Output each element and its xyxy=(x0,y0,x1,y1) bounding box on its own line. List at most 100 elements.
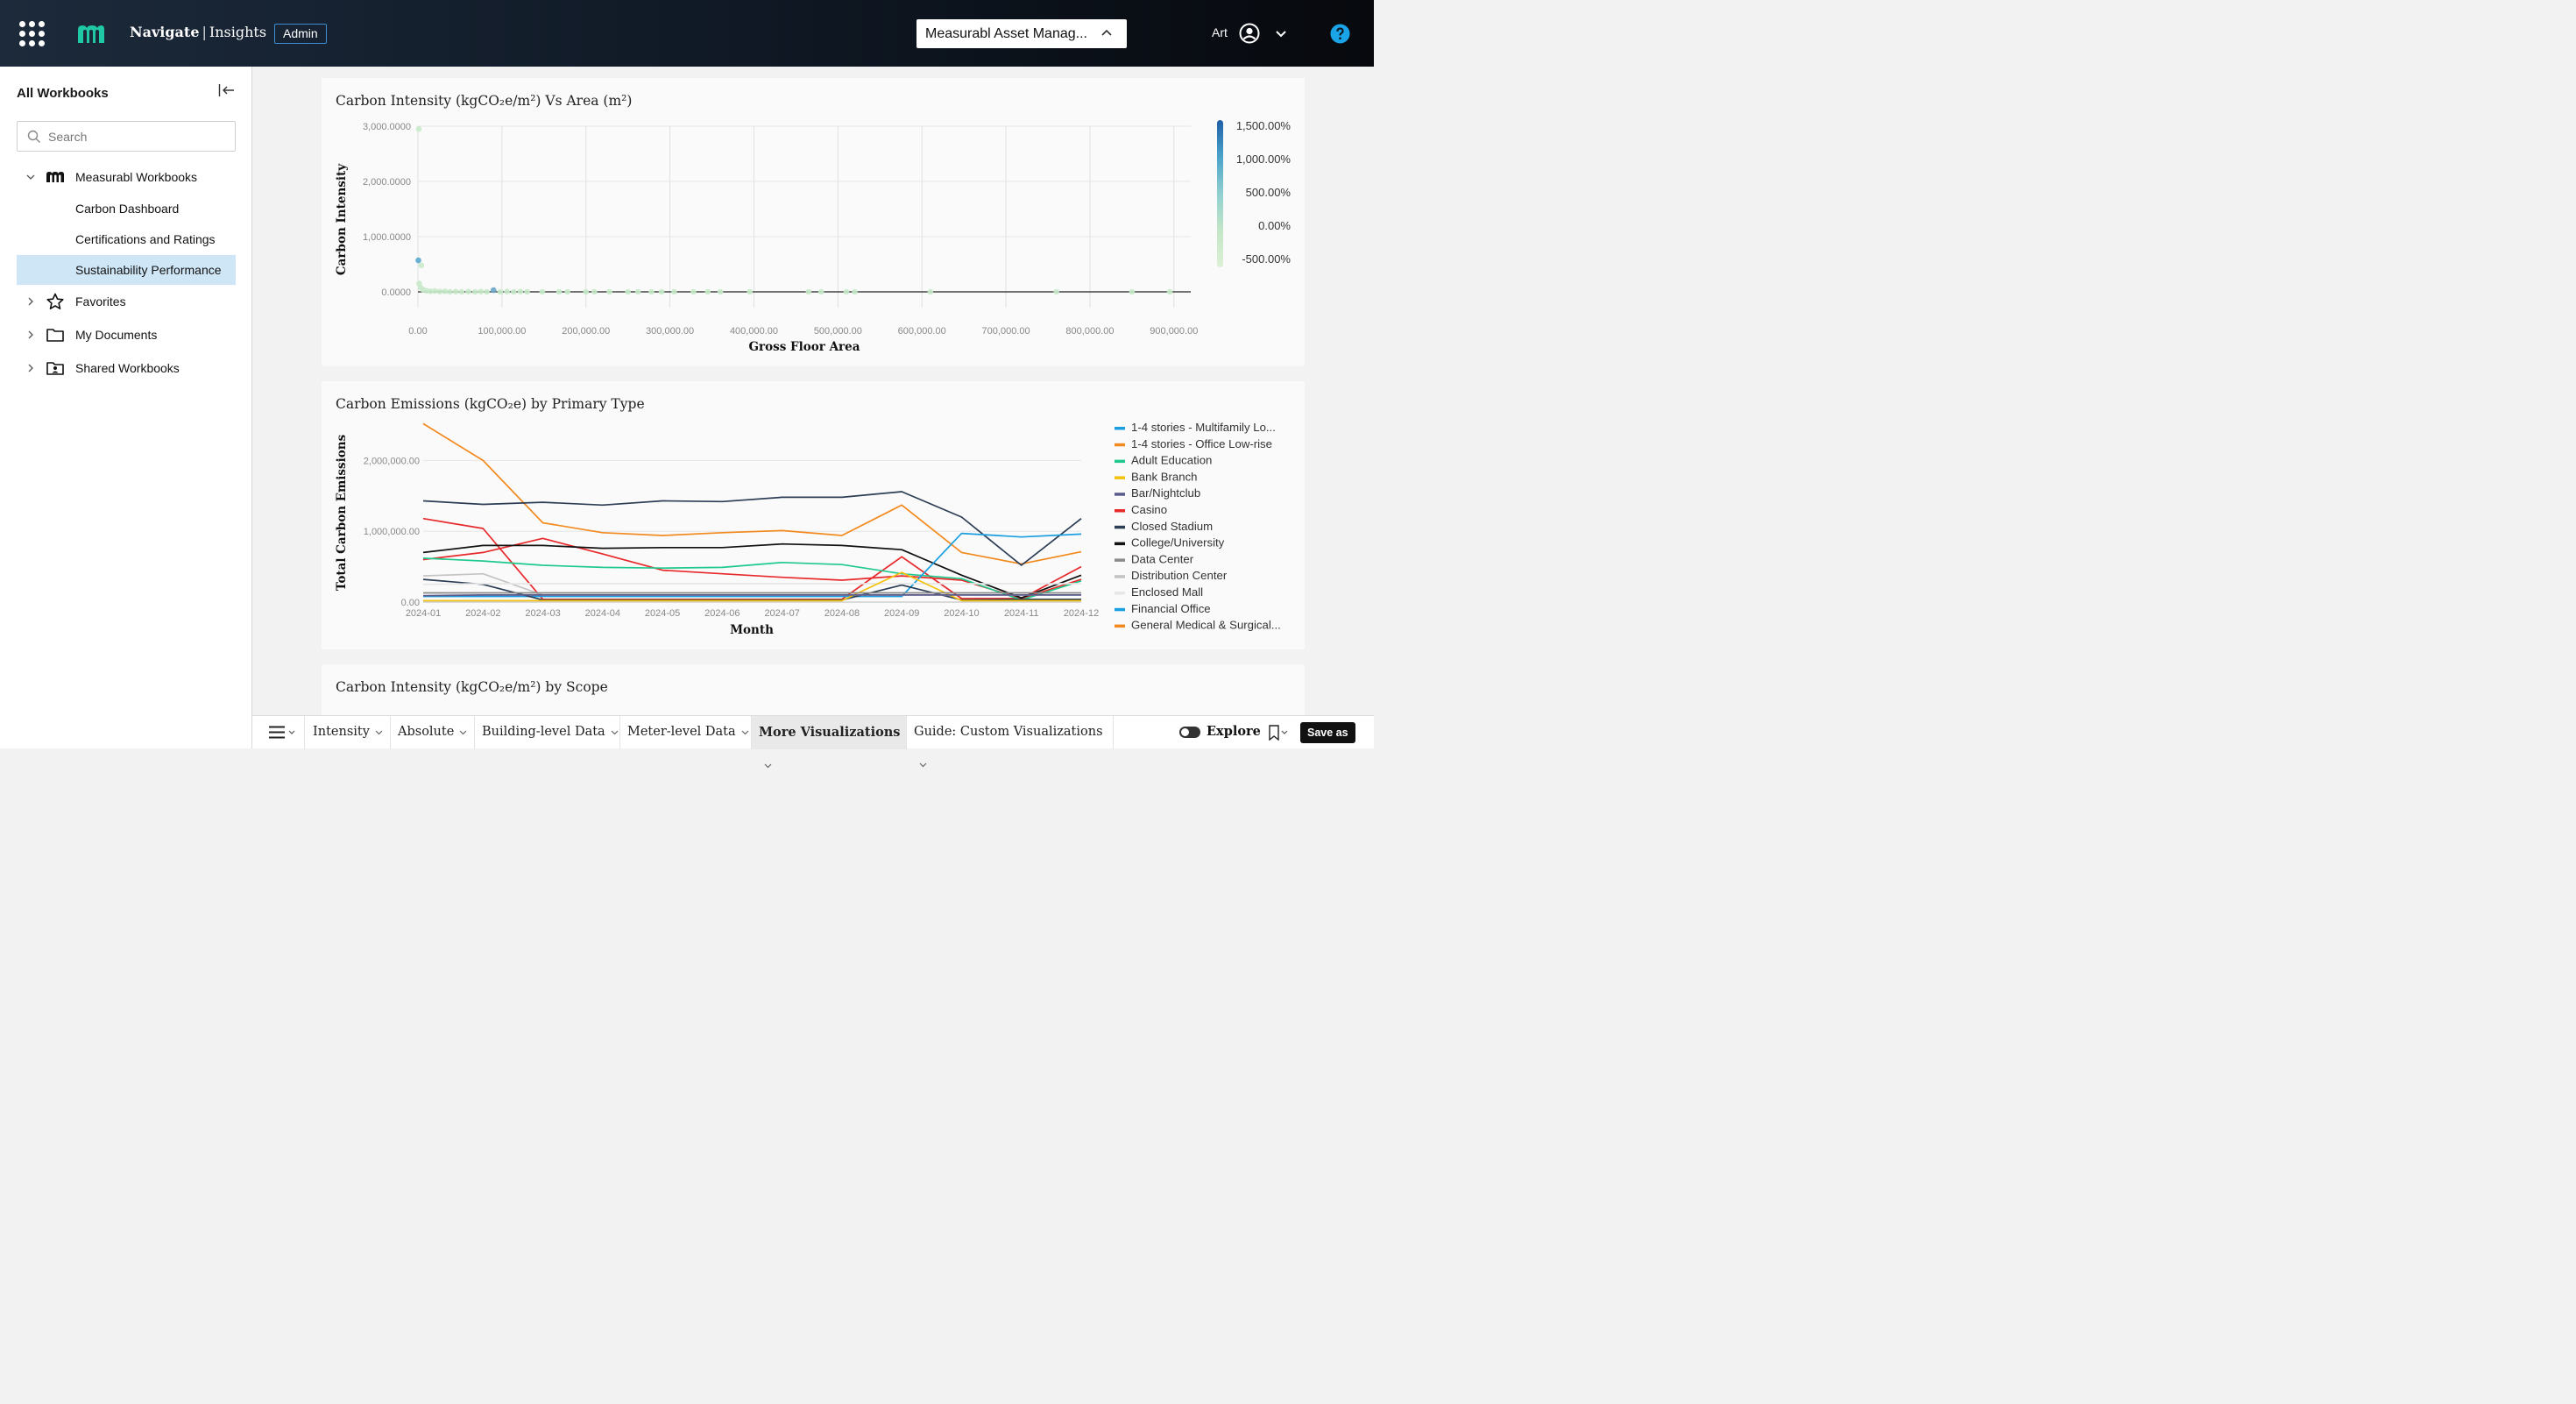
scatter-point xyxy=(415,257,421,264)
legend-swatch xyxy=(1115,476,1125,479)
x-tick-label: 900,000.00 xyxy=(1150,326,1198,337)
scatter-point xyxy=(510,288,517,295)
line-chart-card[interactable]: Carbon Emissions (kgCO₂e) by Primary Typ… xyxy=(322,381,1305,649)
y-tick-label: 2,000,000.00 xyxy=(364,456,420,466)
search-field[interactable] xyxy=(17,121,236,152)
chevron-up-icon xyxy=(1101,29,1112,36)
tab-label: Building-level Data xyxy=(482,725,605,739)
series-line xyxy=(422,537,1082,599)
legend-label: 1-4 stories - Multifamily Lo... xyxy=(1131,421,1276,434)
page-menu-button[interactable] xyxy=(252,716,305,749)
scatter-chart[interactable]: 0.00 100,000.00 200,000.00 300,000.00 400,00… xyxy=(322,78,1305,366)
tree-item-shared-workbooks[interactable]: Shared Workbooks xyxy=(0,353,252,383)
tree-item-my-documents[interactable]: My Documents xyxy=(0,320,252,350)
x-tick-label: 700,000.00 xyxy=(982,326,1030,337)
scatter-point xyxy=(458,288,465,295)
tab-intensity[interactable]: Intensity xyxy=(306,716,391,749)
tab-absolute[interactable]: Absolute xyxy=(391,716,475,749)
scatter-point xyxy=(484,288,490,295)
x-tick-label: 2024-07 xyxy=(764,608,799,619)
x-tick-label: 100,000.00 xyxy=(478,326,526,337)
chevron-right-icon[interactable] xyxy=(25,296,36,307)
tab-guide-custom-visualizations[interactable]: Guide: Custom Visualizations xyxy=(907,716,1114,767)
chevron-down-icon[interactable] xyxy=(1274,26,1288,40)
tree-item-measurabl-workbooks[interactable]: Measurabl Workbooks xyxy=(0,162,252,192)
color-legend-label: 500.00% xyxy=(1246,186,1292,199)
tree-item-sustainability-performance[interactable]: Sustainability Performance xyxy=(17,255,236,285)
organization-selector-value: Measurabl Asset Manag... xyxy=(925,26,1087,41)
x-tick-label: 400,000.00 xyxy=(730,326,778,337)
color-legend-label: -500.00% xyxy=(1242,252,1291,266)
legend-label: Data Center xyxy=(1131,552,1194,565)
x-tick-label: 2024-02 xyxy=(465,608,500,619)
scatter-point xyxy=(817,288,824,295)
chevron-right-icon[interactable] xyxy=(25,363,36,373)
apps-grid-icon[interactable] xyxy=(19,21,46,47)
legend-label: Adult Education xyxy=(1131,454,1212,467)
x-tick-label: 2024-04 xyxy=(585,608,620,619)
tree-item-certifications-and-ratings[interactable]: Certifications and Ratings xyxy=(0,224,252,254)
color-legend-bar xyxy=(1217,120,1223,267)
organization-selector[interactable]: Measurabl Asset Manag... xyxy=(916,19,1127,48)
search-input[interactable] xyxy=(48,122,228,151)
x-tick-label: 2024-05 xyxy=(645,608,680,619)
tree-item-label: Measurabl Workbooks xyxy=(75,170,198,184)
legend-swatch xyxy=(1115,459,1125,464)
tree-item-carbon-dashboard[interactable]: Carbon Dashboard xyxy=(0,194,252,223)
chevron-right-icon[interactable] xyxy=(25,330,36,340)
scatter-chart-card[interactable]: Carbon Intensity (kgCO₂e/m²) Vs Area (m²… xyxy=(322,78,1305,366)
scatter-point xyxy=(442,288,448,294)
series-line xyxy=(422,557,1082,601)
scatter-point xyxy=(478,288,485,294)
x-tick-label: 2024-10 xyxy=(944,608,979,619)
y-tick-label: 3,000.0000 xyxy=(363,122,411,132)
tab-more-visualizations[interactable]: More Visualizations xyxy=(752,716,907,768)
measurabl-logo[interactable] xyxy=(75,23,105,44)
legend-label: 1-4 stories - Office Low-rise xyxy=(1131,437,1272,450)
chevron-down-icon xyxy=(764,763,772,768)
series-line xyxy=(422,491,1082,566)
scatter-point xyxy=(583,288,590,295)
user-avatar-icon[interactable] xyxy=(1239,23,1260,44)
scatter-point xyxy=(690,288,697,295)
scatter-point xyxy=(1129,288,1136,295)
tab-building-level-data[interactable]: Building-level Data xyxy=(475,716,620,749)
tree-item-label: Sustainability Performance xyxy=(75,263,222,277)
explore-toggle[interactable] xyxy=(1179,727,1200,738)
x-tick-label: 600,000.00 xyxy=(898,326,946,337)
bookmark-icon[interactable] xyxy=(1267,725,1290,741)
legend-label: Bank Branch xyxy=(1131,470,1198,483)
y-tick-label: 0.0000 xyxy=(381,287,411,298)
chevron-down-icon[interactable] xyxy=(25,172,36,182)
admin-badge[interactable]: Admin xyxy=(274,24,327,44)
scatter-point xyxy=(556,288,563,295)
hamburger-icon xyxy=(269,726,295,739)
legend-swatch xyxy=(1115,542,1125,546)
scatter-point xyxy=(747,288,753,295)
tree-item-label: Favorites xyxy=(75,294,126,308)
legend-swatch xyxy=(1115,575,1125,578)
scatter-point xyxy=(717,288,724,295)
x-axis-title: Month xyxy=(730,623,774,637)
legend-swatch xyxy=(1115,525,1125,529)
legend-label: Bar/Nightclub xyxy=(1131,486,1200,500)
scatter-point xyxy=(852,288,858,295)
tree-item-favorites[interactable]: Favorites xyxy=(0,287,252,316)
scatter-point xyxy=(436,288,443,294)
series-line xyxy=(422,542,1082,599)
scatter-point xyxy=(658,288,665,295)
y-tick-label: 2,000.0000 xyxy=(363,177,411,188)
x-tick-label: 2024-09 xyxy=(884,608,919,619)
help-icon[interactable] xyxy=(1330,24,1350,44)
tab-meter-level-data[interactable]: Meter-level Data xyxy=(620,716,752,749)
collapse-sidebar-icon[interactable] xyxy=(218,83,236,97)
scatter-point xyxy=(517,288,524,294)
color-legend-label: 0.00% xyxy=(1258,219,1291,232)
explore-label[interactable]: Explore xyxy=(1207,724,1261,739)
y-tick-label: 1,000,000.00 xyxy=(364,527,420,537)
line-chart[interactable]: 0.00 1,000,000.00 2,000,000.00 2024-01 2024-… xyxy=(322,381,1305,649)
legend-swatch xyxy=(1115,607,1125,612)
legend-swatch xyxy=(1115,624,1125,628)
series-line xyxy=(422,594,1081,597)
save-as-button[interactable]: Save as xyxy=(1300,722,1355,743)
